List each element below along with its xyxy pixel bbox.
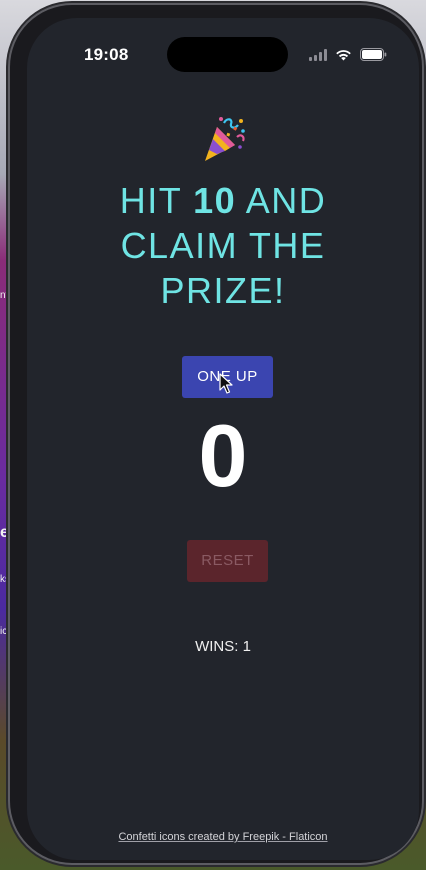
- status-bar: 19:08: [27, 18, 419, 78]
- counter-value: 0: [198, 406, 248, 505]
- background-text-fragment: e: [0, 524, 9, 541]
- mouse-cursor-icon: [219, 373, 233, 395]
- background-text-fragment: nt: [0, 290, 9, 301]
- background-text-fragment: ic: [0, 626, 8, 637]
- page-title: HIT 10 AND CLAIM THE PRIZE!: [67, 178, 379, 313]
- wins-value: 1: [242, 638, 251, 655]
- title-text-start: HIT: [119, 180, 194, 221]
- battery-icon: [360, 48, 387, 61]
- cellular-signal-icon: [309, 48, 327, 61]
- phone-screen: 19:08 HIT 10 AND CLAIM THE PRIZE! ONE UP…: [27, 18, 419, 860]
- status-time: 19:08: [84, 45, 129, 64]
- attribution-link[interactable]: Confetti icons created by Freepik - Flat…: [67, 831, 379, 843]
- party-popper-icon: [197, 113, 249, 165]
- background-text-fragment: ks: [0, 574, 10, 585]
- reset-button[interactable]: RESET: [187, 540, 268, 582]
- dynamic-island: [167, 37, 288, 72]
- status-icons: [309, 48, 387, 61]
- title-target-number: 10: [193, 180, 237, 221]
- phone-frame: 19:08 HIT 10 AND CLAIM THE PRIZE! ONE UP…: [10, 5, 422, 863]
- wifi-icon: [335, 49, 352, 61]
- wins-counter: WINS: 1: [123, 638, 323, 655]
- wins-label: WINS:: [195, 638, 243, 655]
